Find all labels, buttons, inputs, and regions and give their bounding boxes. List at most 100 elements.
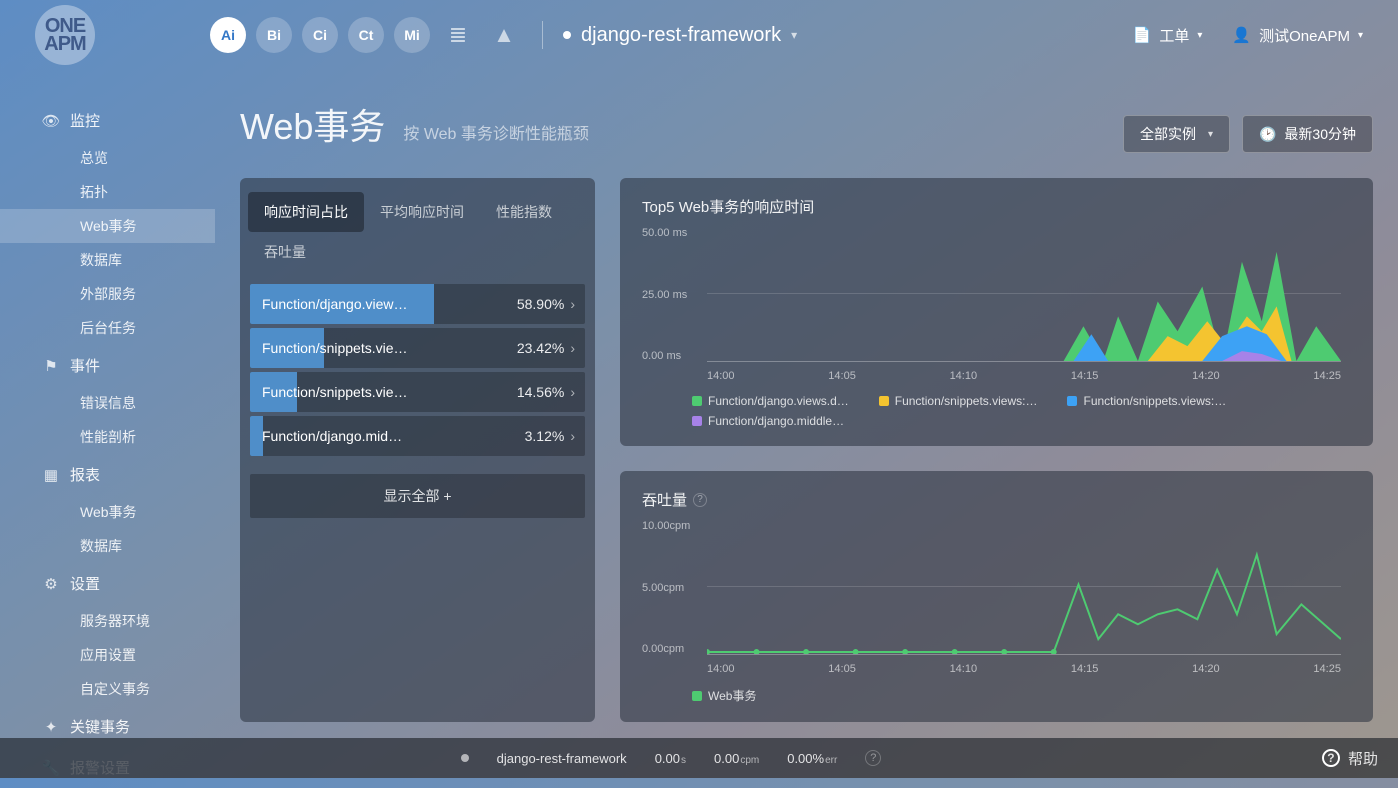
nav-mi[interactable]: Mi — [394, 17, 430, 53]
show-all-button[interactable]: 显示全部 + — [250, 474, 585, 518]
page-title: Web事务 — [240, 98, 385, 150]
flag-icon: ⚑ — [42, 357, 60, 375]
transaction-row[interactable]: Function/snippets.vie… 23.42% › — [250, 328, 585, 368]
sidebar-group-label: 报表 — [70, 464, 100, 485]
transaction-row[interactable]: Function/django.view… 58.90% › — [250, 284, 585, 324]
sidebar-item[interactable]: 总览 — [0, 141, 215, 175]
legend-label: Function/django.views.d… — [708, 394, 849, 408]
star-icon: ✦ — [42, 718, 60, 736]
app-selector[interactable]: django-rest-framework ▾ — [563, 24, 797, 47]
help-icon: ? — [1322, 749, 1340, 767]
timerange-label: 最新30分钟 — [1284, 124, 1356, 144]
sidebar-item[interactable]: 外部服务 — [0, 277, 215, 311]
sidebar-group[interactable]: ⚑ 事件 — [0, 345, 215, 386]
footer-stat: 0.00s — [655, 751, 686, 766]
app-name-label: django-rest-framework — [581, 24, 781, 47]
transaction-pct: 3.12% — [525, 428, 565, 444]
product-switcher: Ai Bi Ci Ct Mi ≣ ▲ — [210, 17, 522, 53]
sidebar-group[interactable]: ▦ 报表 — [0, 454, 215, 495]
ytick: 5.00cpm — [642, 582, 702, 594]
help-icon[interactable]: ? — [865, 750, 881, 766]
sidebar-item[interactable]: 拓扑 — [0, 175, 215, 209]
legend: Web事务 — [642, 687, 1351, 704]
eye-icon: 👁 — [42, 112, 60, 130]
help-button[interactable]: ? 帮助 — [1322, 748, 1378, 769]
transaction-row[interactable]: Function/snippets.vie… 14.56% › — [250, 372, 585, 412]
nav-ci[interactable]: Ci — [302, 17, 338, 53]
y-axis: 10.00cpm 5.00cpm 0.00cpm — [642, 520, 702, 655]
legend-item[interactable]: Web事务 — [692, 687, 756, 704]
gear-icon: ⚙ — [42, 575, 60, 593]
chart-title: 吞吐量 — [642, 489, 687, 510]
sidebar-item[interactable]: 数据库 — [0, 243, 215, 277]
xtick: 14:05 — [828, 370, 856, 382]
legend-item[interactable]: Function/snippets.views:… — [879, 394, 1038, 408]
xtick: 14:25 — [1313, 663, 1341, 675]
table-icon: ▦ — [42, 466, 60, 484]
xtick: 14:05 — [828, 663, 856, 675]
xtick: 14:25 — [1313, 370, 1341, 382]
ytick: 10.00cpm — [642, 520, 702, 532]
sidebar-item[interactable]: Web事务 — [0, 209, 215, 243]
footer-stat: 0.00cpm — [714, 751, 759, 766]
chevron-down-icon: ▾ — [791, 28, 797, 42]
chevron-down-icon: ▾ — [1358, 30, 1363, 41]
chart-plot[interactable] — [707, 227, 1341, 362]
metric-tab[interactable]: 响应时间占比 — [248, 192, 364, 232]
transaction-name: Function/snippets.vie… — [262, 384, 517, 400]
sidebar-item[interactable]: 服务器环境 — [0, 604, 215, 638]
ytick: 0.00 ms — [642, 350, 702, 362]
sidebar-item[interactable]: 性能剖析 — [0, 420, 215, 454]
server-icon[interactable]: ≣ — [440, 17, 476, 53]
ticket-label: 工单 — [1159, 25, 1189, 46]
legend-swatch — [692, 396, 702, 406]
legend-item[interactable]: Function/django.views.d… — [692, 394, 849, 408]
header-right: 📄 工单 ▾ 👤 测试OneAPM ▾ — [1133, 25, 1363, 46]
xtick: 14:00 — [707, 663, 735, 675]
sidebar-item[interactable]: 自定义事务 — [0, 672, 215, 706]
metric-tab[interactable]: 性能指数 — [480, 192, 568, 232]
chevron-right-icon: › — [570, 428, 575, 444]
sidebar-group[interactable]: 👁 监控 — [0, 100, 215, 141]
footer: django-rest-framework 0.00s 0.00cpm 0.00… — [0, 738, 1398, 778]
legend-label: Function/snippets.views:… — [895, 394, 1038, 408]
nav-ct[interactable]: Ct — [348, 17, 384, 53]
user-menu[interactable]: 👤 测试OneAPM ▾ — [1232, 25, 1363, 46]
sidebar-group-label: 事件 — [70, 355, 100, 376]
timerange-selector[interactable]: 🕑 最新30分钟 — [1242, 115, 1373, 153]
alert-icon[interactable]: ▲ — [486, 17, 522, 53]
legend-label: Function/django.middle… — [708, 414, 844, 428]
logo[interactable]: ONE APM — [35, 5, 95, 65]
sidebar-item[interactable]: 错误信息 — [0, 386, 215, 420]
nav-bi[interactable]: Bi — [256, 17, 292, 53]
legend-item[interactable]: Function/django.middle… — [692, 414, 844, 428]
page-subtitle: 按 Web 事务诊断性能瓶颈 — [403, 120, 589, 144]
sidebar-group[interactable]: ⚙设置 — [0, 563, 215, 604]
help-icon[interactable]: ? — [693, 493, 707, 507]
chart-throughput: 吞吐量 ? 10.00cpm 5.00cpm 0.00cpm — [620, 471, 1373, 722]
instance-selector[interactable]: 全部实例 — [1123, 115, 1230, 153]
user-icon: 👤 — [1232, 26, 1251, 44]
transaction-pct: 23.42% — [517, 340, 564, 356]
nav-ai[interactable]: Ai — [210, 17, 246, 53]
sidebar-item[interactable]: 应用设置 — [0, 638, 215, 672]
chart-plot[interactable] — [707, 520, 1341, 655]
sidebar-group-label: 监控 — [70, 110, 100, 131]
page-header: Web事务 按 Web 事务诊断性能瓶颈 全部实例 🕑 最新30分钟 — [240, 98, 1373, 153]
footer-app-name: django-rest-framework — [497, 751, 627, 766]
legend-item[interactable]: Function/snippets.views:… — [1067, 394, 1226, 408]
transaction-row[interactable]: Function/django.mid… 3.12% › — [250, 416, 585, 456]
transaction-list-card: 响应时间占比平均响应时间性能指数吞吐量 Function/django.view… — [240, 178, 595, 722]
xtick: 14:15 — [1071, 663, 1099, 675]
metric-tab[interactable]: 吞吐量 — [248, 232, 322, 272]
legend-swatch — [692, 416, 702, 426]
sidebar-item[interactable]: Web事务 — [0, 495, 215, 529]
sidebar-item[interactable]: 数据库 — [0, 529, 215, 563]
metric-tab[interactable]: 平均响应时间 — [364, 192, 480, 232]
chevron-right-icon: › — [570, 384, 575, 400]
xtick: 14:10 — [950, 663, 978, 675]
sidebar-item[interactable]: 后台任务 — [0, 311, 215, 345]
ticket-menu[interactable]: 📄 工单 ▾ — [1133, 25, 1203, 46]
user-label: 测试OneAPM — [1259, 25, 1350, 46]
ytick: 50.00 ms — [642, 227, 702, 239]
